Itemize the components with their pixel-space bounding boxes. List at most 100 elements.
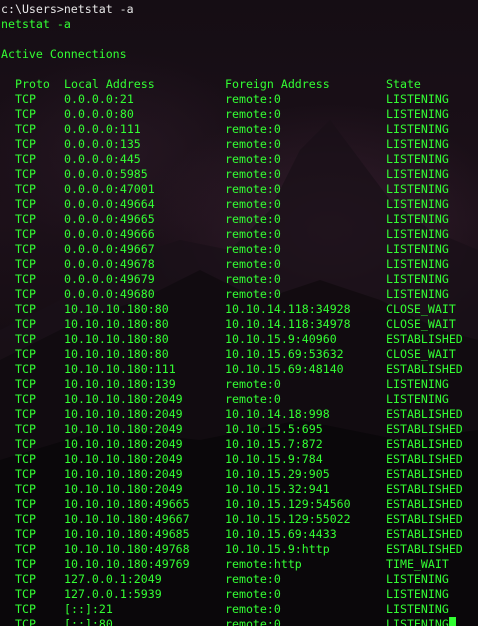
cell-local-address: 10.10.10.180:2049 [64, 422, 183, 436]
table-row: TCP 0.0.0.0:49667 remote:0 LISTENING [1, 242, 471, 257]
table-row: TCP 10.10.10.180:2049 10.10.14.18:998 ESTAB… [1, 407, 471, 422]
text-cursor [449, 617, 456, 626]
table-row: TCP 10.10.10.180:2049 10.10.15.7:872 ESTABL… [1, 437, 471, 452]
cell-local-address: 10.10.10.180:49665 [64, 497, 190, 511]
cell-foreign-address: remote:0 [225, 602, 281, 616]
cell-foreign-address: 10.10.15.29:905 [225, 467, 330, 481]
table-row: TCP 10.10.10.180:80 10.10.14.118:34978 CLOS… [1, 317, 471, 332]
cell-state: LISTENING [386, 572, 449, 586]
cell-foreign-address: 10.10.15.9:http [225, 542, 330, 556]
cell-foreign-address: remote:0 [225, 167, 281, 181]
cell-state: LISTENING [386, 122, 449, 136]
cell-state: CLOSE_WAIT [386, 347, 456, 361]
cell-local-address: 0.0.0.0:49666 [64, 227, 155, 241]
cell-proto: TCP [15, 122, 36, 136]
cell-foreign-address: 10.10.14.118:34978 [225, 317, 351, 331]
cell-proto: TCP [15, 302, 36, 316]
cell-local-address: 10.10.10.180:2049 [64, 407, 183, 421]
table-row: TCP [::]:21 remote:0 LISTENING [1, 602, 471, 617]
cell-state: LISTENING [386, 242, 449, 256]
cell-local-address: 0.0.0.0:111 [64, 122, 141, 136]
cell-state: LISTENING [386, 152, 449, 166]
cell-local-address: 127.0.0.1:5939 [64, 587, 162, 601]
cell-foreign-address: remote:0 [225, 152, 281, 166]
cell-foreign-address: remote:0 [225, 587, 281, 601]
cell-proto: TCP [15, 137, 36, 151]
cell-proto: TCP [15, 452, 36, 466]
table-row: TCP 0.0.0.0:49678 remote:0 LISTENING [1, 257, 471, 272]
cell-local-address: 0.0.0.0:445 [64, 152, 141, 166]
cell-state: LISTENING [386, 167, 449, 181]
table-row: TCP 0.0.0.0:47001 remote:0 LISTENING [1, 182, 471, 197]
cell-foreign-address: remote:0 [225, 257, 281, 271]
table-row: TCP 0.0.0.0:5985 remote:0 LISTENING [1, 167, 471, 182]
cell-foreign-address: remote:0 [225, 392, 281, 406]
column-header-local-address: Local Address [64, 77, 155, 91]
cell-local-address: 10.10.10.180:49768 [64, 542, 190, 556]
cell-state: ESTABLISHED [386, 482, 463, 496]
table-row: TCP 0.0.0.0:21 remote:0 LISTENING [1, 92, 471, 107]
cell-state: ESTABLISHED [386, 497, 463, 511]
table-row: TCP 10.10.10.180:49769 remote:http TIME_WAI… [1, 557, 471, 572]
cell-foreign-address: 10.10.15.9:40960 [225, 332, 337, 346]
table-row: TCP [::]:80 remote:0 LISTENING [1, 617, 471, 626]
cell-local-address: 0.0.0.0:47001 [64, 182, 155, 196]
cell-proto: TCP [15, 257, 36, 271]
command-echo-line: netstat -a [1, 17, 71, 31]
table-row: TCP 10.10.10.180:80 10.10.14.118:34928 CLOS… [1, 302, 471, 317]
cell-foreign-address: remote:0 [225, 377, 281, 391]
cell-state: LISTENING [386, 287, 449, 301]
table-row: TCP 0.0.0.0:49665 remote:0 LISTENING [1, 212, 471, 227]
cell-state: ESTABLISHED [386, 422, 463, 436]
cell-foreign-address: remote:0 [225, 287, 281, 301]
cell-local-address: 0.0.0.0:49665 [64, 212, 155, 226]
cell-local-address: 0.0.0.0:135 [64, 137, 141, 151]
table-row: TCP 0.0.0.0:49666 remote:0 LISTENING [1, 227, 471, 242]
cell-foreign-address: 10.10.15.69:48140 [225, 362, 344, 376]
cell-local-address: 10.10.10.180:2049 [64, 452, 183, 466]
table-row: TCP 127.0.0.1:5939 remote:0 LISTENING [1, 587, 471, 602]
cell-proto: TCP [15, 167, 36, 181]
cell-state: LISTENING [386, 377, 449, 391]
cell-proto: TCP [15, 527, 36, 541]
cell-local-address: 10.10.10.180:49667 [64, 512, 190, 526]
terminal-window[interactable]: c:\Users>netstat -a netstat -a Active Co… [0, 0, 478, 626]
cell-foreign-address: remote:0 [225, 242, 281, 256]
cell-local-address: 0.0.0.0:49678 [64, 257, 155, 271]
cell-local-address: 10.10.10.180:80 [64, 332, 169, 346]
cell-foreign-address: remote:0 [225, 227, 281, 241]
table-row: TCP 10.10.10.180:139 remote:0 LISTENING [1, 377, 471, 392]
table-header: Proto Local Address Foreign Address Stat… [1, 77, 471, 92]
cell-state: LISTENING [386, 92, 449, 106]
table-row: TCP 0.0.0.0:111 remote:0 LISTENING [1, 122, 471, 137]
cell-proto: TCP [15, 557, 36, 571]
cell-local-address: [::]:21 [64, 602, 113, 616]
cell-local-address: 10.10.10.180:49769 [64, 557, 190, 571]
cell-state: LISTENING [386, 227, 449, 241]
cell-proto: TCP [15, 107, 36, 121]
table-row: TCP 0.0.0.0:49664 remote:0 LISTENING [1, 197, 471, 212]
column-header-foreign-address: Foreign Address [225, 77, 330, 91]
cell-proto: TCP [15, 437, 36, 451]
cell-proto: TCP [15, 602, 36, 616]
cell-local-address: 10.10.10.180:139 [64, 377, 176, 391]
cell-local-address: 10.10.10.180:2049 [64, 392, 183, 406]
cell-local-address: 10.10.10.180:80 [64, 302, 169, 316]
cell-foreign-address: 10.10.15.129:54560 [225, 497, 351, 511]
cell-local-address: 10.10.10.180:80 [64, 347, 169, 361]
cell-proto: TCP [15, 362, 36, 376]
cell-state: LISTENING [386, 392, 449, 406]
table-row: TCP 0.0.0.0:445 remote:0 LISTENING [1, 152, 471, 167]
cell-local-address: [::]:80 [64, 617, 113, 626]
cell-foreign-address: 10.10.15.129:55022 [225, 512, 351, 526]
cell-proto: TCP [15, 617, 36, 626]
cell-state: TIME_WAIT [386, 557, 449, 571]
cell-state: CLOSE_WAIT [386, 302, 456, 316]
command-prompt-line: c:\Users>netstat -a [1, 2, 134, 16]
cell-foreign-address: remote:0 [225, 617, 281, 626]
cell-local-address: 0.0.0.0:49680 [64, 287, 155, 301]
cell-local-address: 10.10.10.180:2049 [64, 467, 183, 481]
table-row: TCP 10.10.10.180:49667 10.10.15.129:55022 E… [1, 512, 471, 527]
cell-local-address: 0.0.0.0:5985 [64, 167, 148, 181]
cell-state: LISTENING [386, 257, 449, 271]
